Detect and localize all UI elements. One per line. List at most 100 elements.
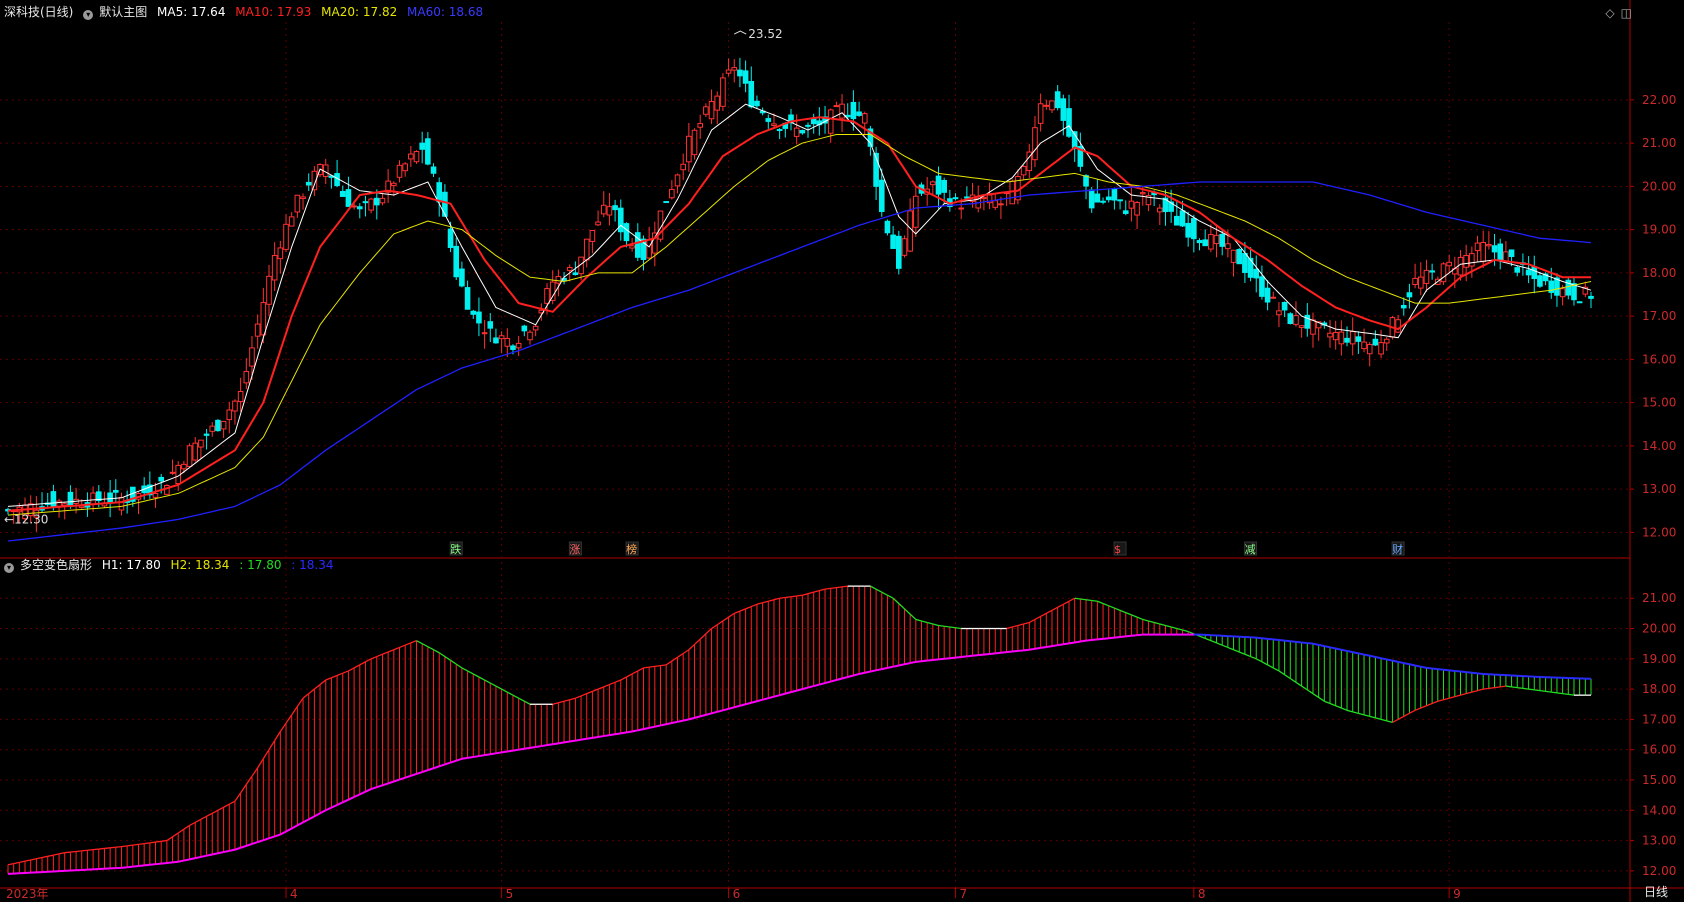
h2-segment [461, 756, 468, 760]
candle-body [1469, 253, 1475, 267]
h2-segment [279, 830, 287, 836]
h1-segment [1556, 692, 1563, 695]
h2-segment [887, 665, 894, 669]
h2-segment [1449, 669, 1455, 672]
h2-segment [699, 713, 707, 718]
h2-segment [1307, 642, 1314, 645]
h2-segment [342, 798, 349, 804]
candle-body [283, 223, 289, 250]
h2-segment [393, 778, 400, 783]
h2-segment [1017, 649, 1024, 652]
maximize-icon[interactable]: ◫ [1621, 6, 1632, 20]
ma60-label: MA60: 18.68 [407, 5, 484, 19]
candle-body [606, 206, 613, 216]
h1-segment [1568, 693, 1575, 696]
indicator-name[interactable]: 多空变色扇形 [20, 558, 92, 572]
template-menu-icon[interactable]: ▾ [83, 10, 94, 20]
h2-segment [490, 752, 497, 756]
h1-segment [824, 587, 831, 590]
h1-segment [194, 818, 202, 823]
candle-body [1417, 276, 1424, 289]
event-label: 减 [1245, 543, 1256, 556]
h1-segment [875, 588, 883, 593]
candle-body [1111, 188, 1118, 201]
h1-segment [1511, 686, 1518, 689]
candle-body [1537, 275, 1543, 287]
candle-body [249, 347, 255, 367]
candle-body [1213, 234, 1220, 245]
candle-body [1412, 277, 1418, 285]
h1-segment [614, 679, 622, 683]
candle-body [1259, 276, 1265, 297]
candle-body [1225, 243, 1231, 250]
h1-segment [881, 591, 888, 596]
h2-segment [756, 698, 763, 703]
h1-segment [660, 664, 667, 667]
template-name[interactable]: 默认主图 [99, 5, 147, 19]
h1-segment [1358, 712, 1365, 716]
h1-segment [745, 605, 752, 610]
h2-segment [234, 846, 241, 851]
candle-body [515, 342, 522, 349]
h2-segment [195, 855, 202, 860]
diamond-icon[interactable]: ◇ [1605, 6, 1614, 20]
h1-segment [53, 853, 60, 856]
candle-body [294, 194, 301, 213]
candle-body [481, 332, 488, 335]
x-month-label: 5 [506, 887, 514, 901]
h1-segment [626, 673, 633, 678]
candle-body [373, 197, 380, 206]
candle-body [935, 175, 942, 195]
h2-segment [626, 730, 633, 734]
candle-body [1486, 244, 1492, 247]
period-label[interactable]: 日线 [1644, 884, 1668, 900]
candle-body [447, 228, 454, 248]
candle-body [1457, 256, 1464, 276]
h1-segment [211, 809, 219, 814]
h2-segment [609, 733, 616, 737]
h1-segment [722, 616, 729, 622]
h2-segment [1136, 633, 1143, 637]
h1-segment [1329, 702, 1336, 707]
h1-segment [1125, 612, 1132, 616]
h1-segment [1216, 642, 1223, 646]
y-tick-label: 14.00 [1642, 803, 1676, 817]
candle-body [878, 179, 885, 212]
candle-body [754, 100, 760, 107]
candle-body [271, 255, 278, 281]
h1-segment [1363, 714, 1370, 717]
h1-segment [325, 677, 332, 681]
h2-segment [524, 746, 531, 750]
h1-segment [416, 640, 423, 645]
candle-body [510, 345, 516, 350]
window-controls: ◇ ◫ [1599, 6, 1632, 20]
ma60-line [7, 181, 1592, 542]
h2-segment [722, 707, 729, 712]
h2-segment [1466, 671, 1472, 674]
h1-segment [450, 659, 457, 665]
h2-segment [370, 786, 378, 791]
h1-segment [785, 596, 792, 599]
h1-segment [489, 682, 497, 687]
h1-segment [944, 625, 950, 628]
h2-segment [597, 735, 604, 738]
event-label: 涨 [569, 543, 580, 556]
candle-body [186, 445, 193, 467]
h1-segment [762, 600, 769, 604]
h1-segment [631, 670, 639, 675]
h2-segment [665, 722, 673, 726]
main-chart-header: 深科技(日线) ▾ 默认主图 MA5: 17.64 MA10: 17.93 MA2… [4, 4, 489, 20]
candle-body [345, 189, 352, 207]
candle-body [220, 420, 227, 430]
h2-segment [1477, 672, 1484, 675]
h2-segment [768, 695, 775, 700]
h1-segment [1380, 718, 1387, 722]
candle-body [810, 118, 817, 125]
h1-segment [637, 667, 644, 672]
indicator-menu-icon[interactable]: ▾ [4, 563, 14, 573]
h1-segment [1136, 616, 1144, 621]
x-month-label: 4 [290, 887, 298, 901]
h1-segment [1017, 623, 1024, 627]
h1-segment [1534, 689, 1541, 692]
h1-segment [677, 652, 684, 658]
